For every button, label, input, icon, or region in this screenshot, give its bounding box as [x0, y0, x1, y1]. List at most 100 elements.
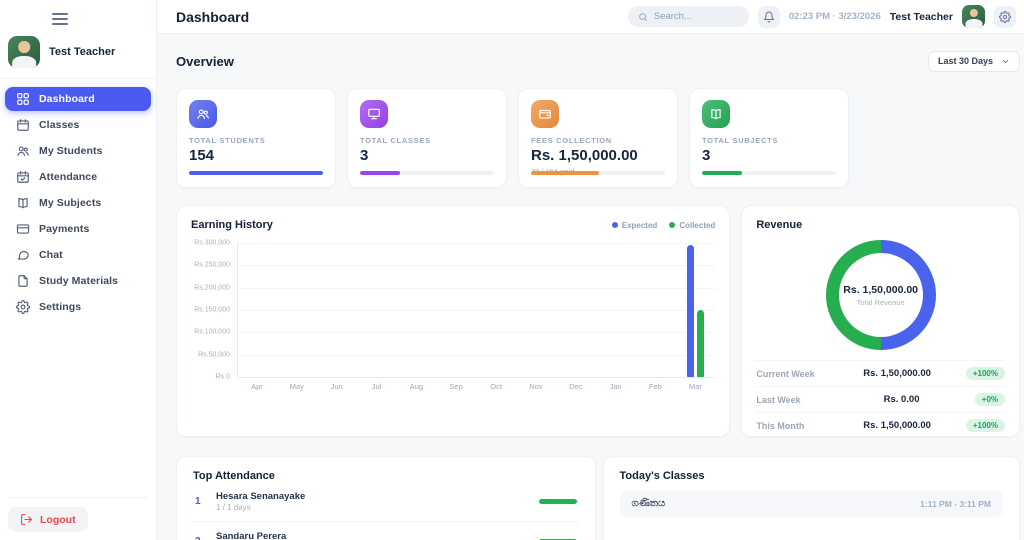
app-root: Test Teacher Dashboard Classes My Students…: [0, 0, 1024, 540]
revenue-change-badge: +100%: [965, 419, 1005, 432]
legend-dot: [611, 222, 618, 228]
x-tick-label: Jan: [609, 382, 622, 391]
classes-icon: [16, 118, 30, 132]
attendance-row[interactable]: 2 Sandaru Perera1 / 1 days: [193, 522, 579, 540]
revenue-donut-chart: Rs. 1,50,000.00 Total Revenue: [825, 240, 936, 350]
stat-value: 3: [702, 147, 711, 164]
top-attendance-card: Top Attendance 1 Hesara Senanayake 1 / 1 d…: [176, 456, 596, 540]
datetime-text: 02:23 PM · 3/23/2026: [788, 11, 881, 22]
sidebar-item-dashboard[interactable]: Dashboard: [5, 87, 151, 111]
sidebar-item-my-subjects[interactable]: My Subjects: [5, 191, 151, 215]
stat-progress-fill: [189, 171, 323, 175]
bar-expected-mar: [686, 245, 694, 377]
chart-legend: Expected Collected: [611, 221, 715, 230]
sidebar-item-classes[interactable]: Classes: [5, 113, 151, 137]
stat-label: TOTAL CLASSES: [360, 136, 431, 145]
sidebar-item-chat[interactable]: Chat: [5, 243, 151, 267]
bottom-row: Top Attendance 1 Hesara Senanayake 1 / 1 d…: [176, 456, 1020, 540]
settings-button[interactable]: [994, 5, 1016, 28]
revenue-row-label: This Month: [756, 420, 805, 431]
revenue-card: Revenue Rs. 1,50,000.00 Total Revenue Cu…: [741, 205, 1020, 437]
students-icon: [189, 100, 217, 128]
bar-group-may: [278, 243, 318, 377]
subjects-icon: [702, 100, 730, 128]
sidebar-item-settings[interactable]: Settings: [5, 295, 151, 319]
sidebar-item-attendance[interactable]: Attendance: [5, 165, 151, 189]
search-box[interactable]: [627, 6, 749, 27]
bar-group-nov: [516, 243, 556, 377]
sidebar-item-payments[interactable]: Payments: [5, 217, 151, 241]
stat-progress-fill: [531, 171, 600, 175]
stat-label: FEES COLLECTION: [531, 136, 612, 145]
notifications-button[interactable]: [757, 5, 780, 28]
header-user-name: Test Teacher: [889, 10, 953, 23]
revenue-row-label: Current Week: [756, 368, 815, 379]
sidebar-item-label: Settings: [39, 301, 82, 313]
sidebar-item-my-students[interactable]: My Students: [5, 139, 151, 163]
earning-history-chart: Rs.300,000 Rs.250,000 Rs.200,000 Rs.150,000…: [191, 240, 716, 391]
student-name: Hesara Senanayake: [216, 491, 306, 502]
x-tick-label: Oct: [490, 382, 502, 391]
stat-progress-track: [360, 171, 494, 175]
sidebar-item-study-materials[interactable]: Study Materials: [5, 269, 151, 293]
bar-group-sep: [437, 243, 477, 377]
chart-plot-area: [237, 243, 716, 378]
attendance-row[interactable]: 1 Hesara Senanayake 1 / 1 days: [193, 482, 579, 522]
sidebar-profile[interactable]: Test Teacher: [0, 30, 156, 78]
y-tick-label: Rs.50,000: [198, 351, 230, 359]
date-range-select[interactable]: Last 30 Days: [927, 50, 1020, 72]
sidebar-item-label: Study Materials: [39, 275, 119, 287]
revenue-row-last-week: Last Week Rs. 0.00 +0%: [756, 386, 1005, 412]
revenue-rows: Current Week Rs. 1,50,000.00 +100% Last Wee…: [756, 360, 1005, 438]
stat-progress-track: [531, 171, 665, 175]
page-title: Dashboard: [176, 8, 250, 25]
stat-progress-fill: [360, 171, 401, 175]
search-input[interactable]: [653, 11, 739, 22]
revenue-row-this-month: This Month Rs. 1,50,000.00 +100%: [756, 412, 1005, 438]
attendance-student-info: Hesara Senanayake 1 / 1 days: [216, 491, 528, 512]
legend-item-collected: Collected: [669, 221, 715, 230]
attendance-icon: [16, 170, 30, 184]
sidebar-item-label: Chat: [39, 249, 63, 261]
x-tick-label: Sep: [449, 382, 463, 391]
stat-card-fees-collection: FEES COLLECTIONRs. 1,50,000.0078 / 154 p…: [518, 88, 678, 188]
header-avatar[interactable]: [962, 5, 985, 28]
bar-group-jul: [357, 243, 397, 377]
bar-group-apr: [238, 243, 278, 377]
x-tick-label: Aug: [409, 382, 424, 391]
bars-layer: [238, 243, 715, 377]
sidebar: Test Teacher Dashboard Classes My Students…: [0, 0, 157, 540]
y-tick-label: Rs.0: [215, 373, 230, 381]
x-tick-label: Mar: [688, 382, 702, 391]
payments-icon: [16, 222, 30, 236]
revenue-row-value: Rs. 0.00: [883, 394, 920, 405]
earning-history-title: Earning History: [191, 219, 273, 231]
sidebar-item-label: Dashboard: [39, 93, 95, 105]
chevron-down-icon: [1001, 57, 1010, 66]
sidebar-nav: Dashboard Classes My Students Attendance My …: [0, 83, 156, 489]
date-range-value: Last 30 Days: [937, 56, 993, 66]
top-attendance-title: Top Attendance: [193, 470, 275, 482]
x-tick-label: Jun: [330, 382, 343, 391]
class-name: ගණිතය: [631, 498, 666, 509]
sidebar-item-label: Payments: [39, 223, 90, 235]
wallet-icon: [531, 100, 559, 128]
stat-value: 154: [189, 147, 215, 164]
menu-toggle-button[interactable]: [52, 10, 74, 28]
attendance-rank: 1: [195, 496, 201, 507]
stat-label: TOTAL STUDENTS: [189, 136, 266, 145]
settings-icon: [16, 300, 30, 314]
main-content: Overview Last 30 Days TOTAL STUDENTS 154 T…: [157, 34, 1024, 540]
total-revenue-value: Rs. 1,50,000.00: [843, 283, 919, 296]
bar-group-feb: [636, 243, 676, 377]
x-tick-label: Jul: [371, 382, 382, 391]
topbar: Dashboard 02:23 PM · 3/23/2026 Test Teac…: [157, 0, 1024, 34]
class-row[interactable]: ගණිතය 1:11 PM - 3:11 PM: [619, 490, 1003, 517]
y-tick-label: Rs.150,000: [194, 306, 230, 314]
search-icon: [638, 12, 648, 22]
y-tick-label: Rs.200,000: [194, 284, 230, 292]
logout-button[interactable]: Logout: [8, 507, 88, 532]
stat-card-total-students: TOTAL STUDENTS 154: [176, 88, 336, 188]
donut-center: Rs. 1,50,000.00 Total Revenue: [838, 253, 923, 337]
logout-icon: [20, 513, 33, 526]
